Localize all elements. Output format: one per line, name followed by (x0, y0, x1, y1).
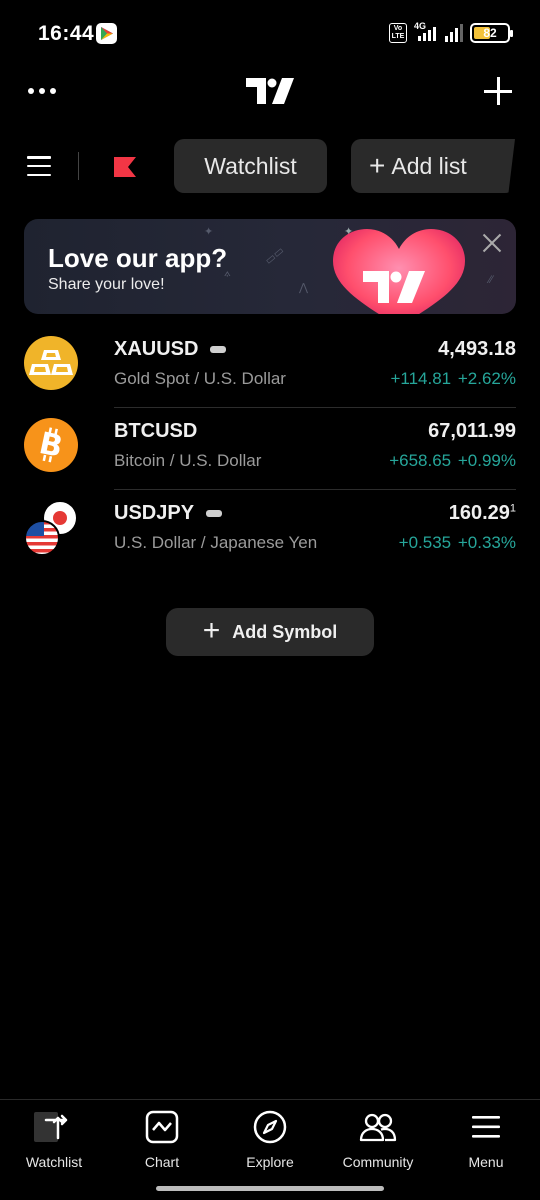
symbol-row-btcusd[interactable]: B BTCUSD Bitcoin / U.S. Dollar 67,011.99… (0, 408, 540, 490)
love-app-banner[interactable]: ✦ ▭▭ ⟑ ⋀ ✦ ∕∕ Love our app? Share your l… (24, 219, 516, 314)
us-japan-flags-icon (24, 500, 78, 556)
decor-divider-icon: ⋀ (299, 282, 309, 294)
status-time: 16:44 (38, 22, 95, 45)
chart-icon (145, 1110, 179, 1144)
bottom-navigation: Watchlist Chart Explore Community Menu (0, 1099, 540, 1200)
decor-pencil-icon: ∕∕ (489, 274, 493, 286)
compass-icon (253, 1110, 287, 1144)
battery-level: 82 (483, 26, 497, 40)
status-indicators: Vo LTE 4G 82 (389, 21, 513, 44)
people-icon (359, 1110, 397, 1144)
more-dots-icon[interactable] (28, 80, 58, 102)
nav-chart[interactable]: Chart (108, 1108, 216, 1178)
home-indicator[interactable] (156, 1186, 384, 1191)
bitcoin-icon: B (24, 418, 78, 472)
banner-close-icon[interactable] (482, 233, 502, 253)
ticker: XAUUSD (114, 338, 227, 361)
ticker: USDJPY (114, 502, 223, 525)
last-price: 4,493.18 (438, 338, 516, 360)
last-price: 160.291 (448, 502, 516, 524)
heart-logo-icon (329, 227, 469, 314)
price-change: +658.65 +0.99% (389, 451, 516, 470)
decor-ruler-icon: ▭▭ (262, 244, 287, 268)
volte-icon: Vo LTE (389, 23, 407, 43)
symbol-description: U.S. Dollar / Japanese Yen (114, 533, 318, 552)
nav-label: Explore (246, 1154, 294, 1170)
ticker: BTCUSD (114, 420, 198, 442)
nav-label: Community (342, 1154, 414, 1170)
signal-strength-icon (445, 24, 463, 42)
price-change: +114.81 +2.62% (390, 369, 516, 388)
status-bar: 16:44 Vo LTE 4G 82 (0, 0, 540, 66)
tradingview-logo-icon (246, 78, 294, 104)
toolbar-divider (78, 152, 79, 180)
nav-label: Watchlist (25, 1154, 83, 1170)
banner-title: Love our app? (48, 243, 228, 273)
symbol-description: Gold Spot / U.S. Dollar (114, 369, 286, 388)
add-list-label: Add list (391, 152, 467, 179)
battery-icon: 82 (470, 23, 513, 43)
add-symbol-label: Add Symbol (232, 621, 338, 642)
symbol-row-xauusd[interactable]: XAUUSD Gold Spot / U.S. Dollar 4,493.18 … (0, 326, 540, 408)
network-type-icon: 4G (414, 21, 438, 43)
nav-community[interactable]: Community (324, 1108, 432, 1178)
nav-label: Menu (468, 1154, 504, 1170)
add-list-button[interactable]: + Add list (351, 139, 515, 193)
market-status-indicator (210, 346, 227, 353)
symbol-description: Bitcoin / U.S. Dollar (114, 451, 262, 470)
add-symbol-button[interactable]: + Add Symbol (166, 608, 374, 656)
play-store-icon (96, 23, 117, 44)
nav-explore[interactable]: Explore (216, 1108, 324, 1178)
decor-sparkle-icon: ✦ (204, 226, 214, 238)
nav-menu[interactable]: Menu (432, 1108, 540, 1178)
market-status-indicator (206, 510, 223, 517)
gold-bars-icon (24, 336, 78, 390)
add-symbol-plus-icon: + (202, 614, 221, 647)
watchlist-icon (34, 1110, 71, 1144)
menu-icon (469, 1110, 503, 1144)
red-flag-icon[interactable] (112, 155, 138, 179)
last-price: 67,011.99 (428, 420, 516, 442)
nav-watchlist[interactable]: Watchlist (0, 1108, 108, 1178)
symbol-row-usdjpy[interactable]: USDJPY U.S. Dollar / Japanese Yen 160.29… (0, 490, 540, 572)
add-list-plus-icon: + (369, 150, 386, 181)
nav-label: Chart (144, 1154, 180, 1170)
price-change: +0.535 +0.33% (398, 533, 516, 552)
add-plus-icon[interactable] (484, 77, 512, 105)
watchlist-label: Watchlist (204, 152, 297, 179)
banner-subtitle: Share your love! (48, 276, 165, 293)
watchlist-selector-button[interactable]: Watchlist (174, 139, 327, 193)
hamburger-icon[interactable] (27, 155, 51, 177)
